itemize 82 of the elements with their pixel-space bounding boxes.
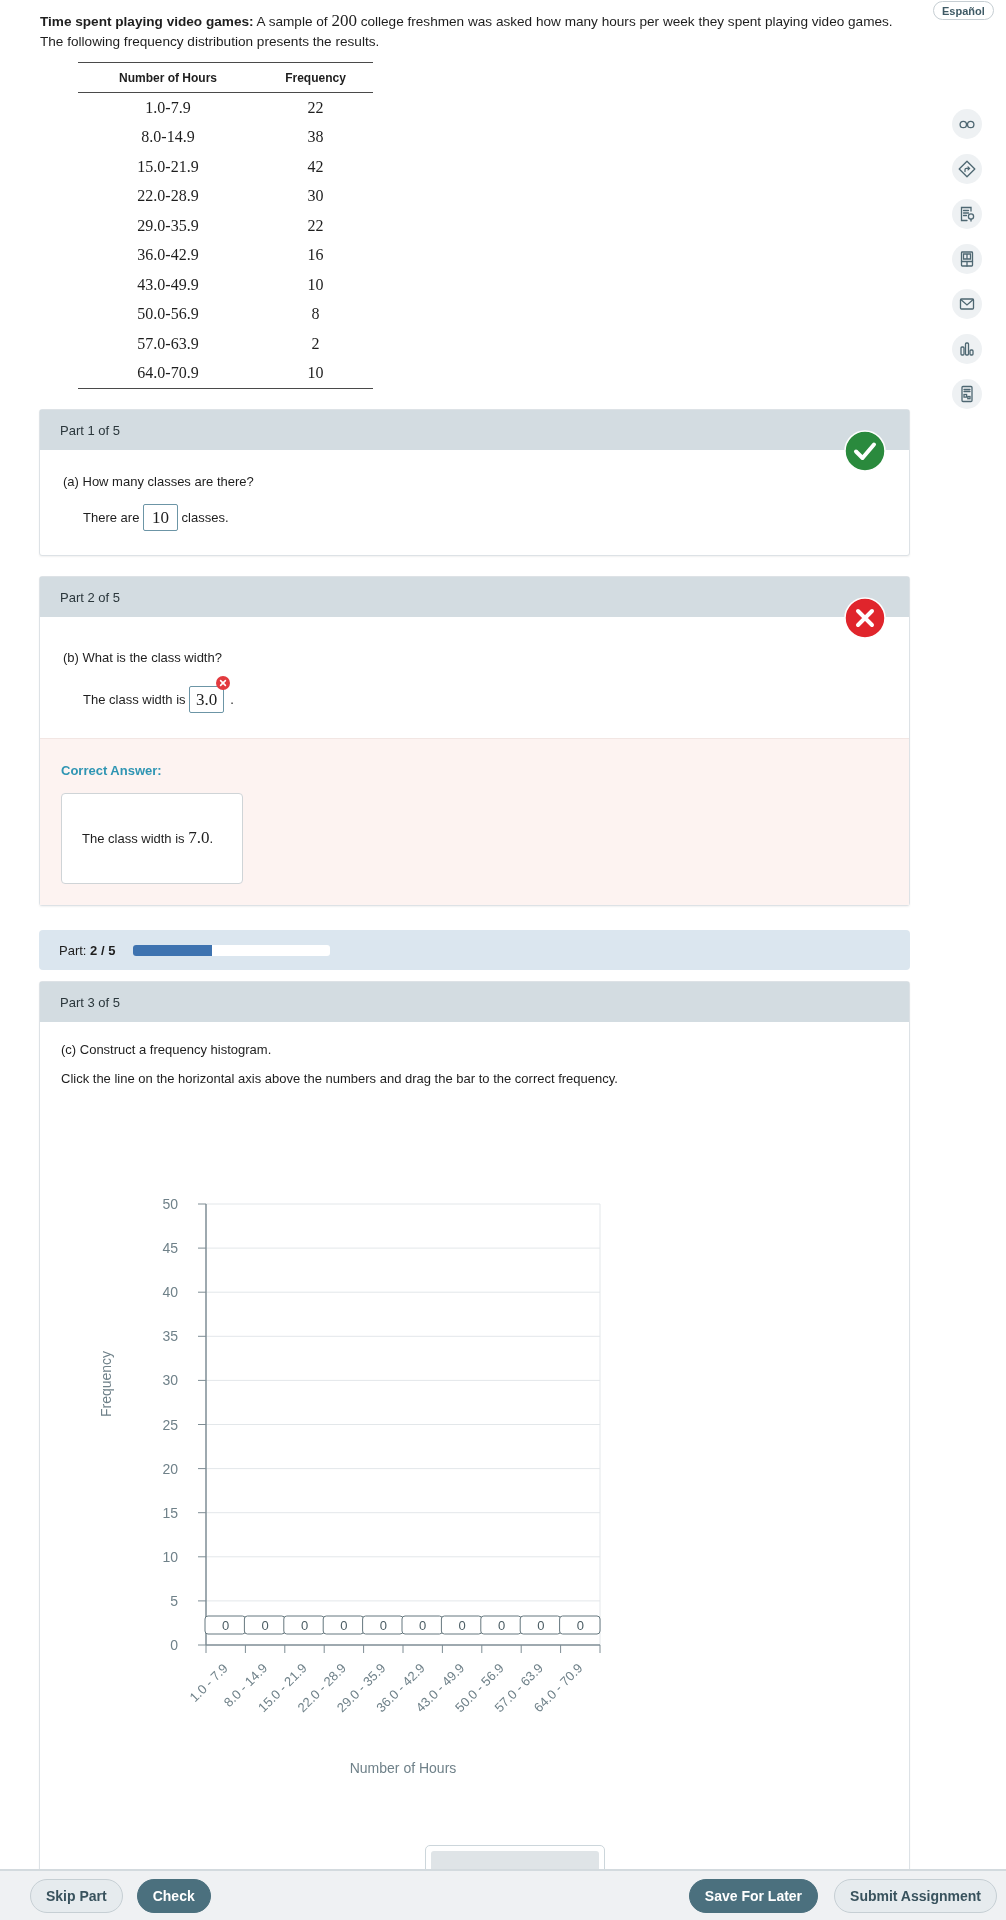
y-tick-label: 40 bbox=[162, 1284, 178, 1301]
bar-handle[interactable]: 0 bbox=[440, 1615, 483, 1635]
mail-icon[interactable] bbox=[952, 289, 982, 319]
table-cell-text: 2 bbox=[310, 333, 321, 354]
y-tick-label: 5 bbox=[170, 1592, 178, 1609]
table-cell-text: 29.0-35.9 bbox=[136, 215, 200, 236]
action-button[interactable]: Check bbox=[136, 1878, 211, 1913]
data-label: 0 bbox=[576, 1617, 584, 1633]
problem-statement: Time spent playing video games: A sample of 200 college freshmen was asked how many hours per week they spent playing video games. The following frequency distribution presents the results. bbox=[40, 11, 894, 51]
table-cell-text: 38 bbox=[306, 127, 325, 148]
y-tick-label: 0 bbox=[170, 1637, 178, 1653]
bar-handle[interactable]: 0 bbox=[362, 1615, 404, 1635]
answer-field[interactable]: 10 bbox=[143, 504, 178, 531]
table-cell: 10 bbox=[258, 358, 373, 389]
table-cell-text: 36.0-42.9 bbox=[136, 245, 200, 266]
bar-handle[interactable]: 0 bbox=[204, 1615, 246, 1635]
bar-handle[interactable]: 0 bbox=[519, 1615, 562, 1635]
question-text: (b) What is the class width? bbox=[63, 649, 223, 667]
y-tick-label: 35 bbox=[162, 1328, 178, 1345]
table-cell-text: 8.0-14.9 bbox=[140, 127, 196, 148]
answer-text: classes. bbox=[180, 508, 229, 527]
y-tick-label: 10 bbox=[162, 1548, 178, 1565]
table-cell-text: 30 bbox=[306, 186, 325, 207]
table-cell-text: 57.0-63.9 bbox=[136, 333, 200, 354]
instruction-text: Click the line on the horizontal axis above the numbers and drag the bar to the correct frequency. bbox=[61, 1070, 619, 1088]
progress-label: Part: 2 / 5 bbox=[59, 942, 116, 958]
answer-text: The class width is bbox=[83, 690, 187, 709]
document-lightbulb-icon[interactable] bbox=[952, 199, 982, 229]
part-header: Part 1 of 5 bbox=[40, 410, 909, 450]
table-cell-text: 42 bbox=[306, 156, 325, 177]
language-button[interactable]: Español bbox=[933, 1, 994, 20]
answer-text: . bbox=[230, 690, 234, 709]
action-button[interactable]: Save For Later bbox=[688, 1878, 819, 1913]
table-cell: 1.0-7.9 bbox=[78, 92, 258, 123]
table-cell: 22 bbox=[258, 92, 373, 123]
data-label: 0 bbox=[222, 1617, 230, 1633]
bar-handle[interactable]: 0 bbox=[322, 1615, 365, 1635]
y-tick-label: 50 bbox=[162, 1196, 178, 1212]
x-axis-title: Number of Hours bbox=[349, 1760, 457, 1776]
glasses-icon[interactable] bbox=[952, 109, 982, 139]
answer-text: There are bbox=[83, 508, 141, 527]
y-tick-label: 45 bbox=[162, 1240, 178, 1257]
action-button[interactable]: Submit Assignment bbox=[834, 1878, 997, 1913]
data-label: 0 bbox=[537, 1617, 545, 1633]
bar-handle[interactable]: 0 bbox=[401, 1615, 443, 1635]
correct-answer-text: The class width is 7.0. bbox=[82, 828, 214, 849]
table-cell-text: 50.0-56.9 bbox=[136, 304, 200, 325]
table-cell-text: 15.0-21.9 bbox=[136, 156, 200, 177]
action-button[interactable]: Skip Part bbox=[30, 1878, 123, 1913]
data-label: 0 bbox=[300, 1617, 309, 1633]
question-text: (c) Construct a frequency histogram. bbox=[61, 1041, 273, 1059]
data-label: 0 bbox=[458, 1617, 466, 1633]
data-label: 0 bbox=[261, 1617, 269, 1633]
table-cell-text: 10 bbox=[306, 274, 325, 295]
column-header: Number of Hours bbox=[78, 62, 258, 93]
y-axis-title: Frequency bbox=[98, 1350, 114, 1418]
document-icon[interactable] bbox=[952, 379, 982, 409]
data-label: 0 bbox=[340, 1617, 348, 1633]
y-tick-label: 25 bbox=[162, 1416, 178, 1433]
correct-answer-label: Correct Answer: bbox=[61, 762, 163, 780]
bar-chart-icon[interactable] bbox=[952, 334, 982, 364]
data-label: 0 bbox=[419, 1617, 427, 1633]
data-label: 0 bbox=[497, 1617, 506, 1633]
y-tick-label: 30 bbox=[162, 1372, 178, 1389]
bar-handle[interactable]: 0 bbox=[283, 1615, 325, 1635]
table-cell-text: 16 bbox=[306, 245, 325, 266]
table-cell-text: 43.0-49.9 bbox=[136, 274, 200, 295]
y-tick-label: 20 bbox=[162, 1460, 178, 1477]
table-cell: 64.0-70.9 bbox=[78, 358, 258, 389]
bar-handle[interactable]: 0 bbox=[480, 1615, 522, 1635]
y-tick-label: 15 bbox=[162, 1504, 178, 1521]
table-cell-text: 22.0-28.9 bbox=[136, 186, 200, 207]
table-cell-text: 22 bbox=[306, 215, 325, 236]
data-label: 0 bbox=[379, 1617, 387, 1633]
bar-handle[interactable]: 0 bbox=[559, 1615, 601, 1635]
question-text: (a) How many classes are there? bbox=[63, 473, 255, 491]
table-cell-text: 8 bbox=[310, 304, 321, 325]
part-header: Part 2 of 5 bbox=[40, 577, 909, 617]
layout-icon[interactable] bbox=[952, 244, 982, 274]
column-header: Frequency bbox=[258, 62, 373, 93]
part-header: Part 3 of 5 bbox=[40, 982, 909, 1022]
bar-handle[interactable]: 0 bbox=[243, 1615, 286, 1635]
